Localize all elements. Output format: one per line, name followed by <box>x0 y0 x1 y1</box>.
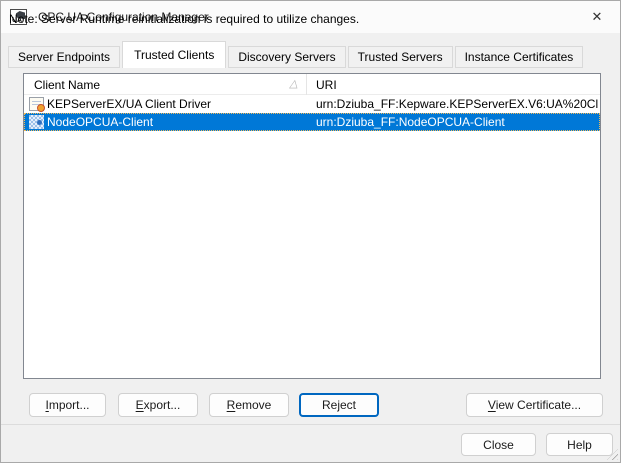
client-name-cell: NodeOPCUA-Client <box>47 115 154 129</box>
remove-button[interactable]: Remove <box>209 393 289 417</box>
column-divider[interactable] <box>306 74 307 95</box>
button-label: View Certificate... <box>487 398 582 412</box>
tab-label: Instance Certificates <box>464 50 574 64</box>
button-label: Reject <box>321 398 356 412</box>
tab-instance-certificates[interactable]: Instance Certificates <box>454 46 584 68</box>
list-header: Client Name △ URI <box>24 74 600 95</box>
trusted-clients-list: Client Name △ URI KEPServerEX/UA Client … <box>23 73 601 379</box>
column-header-label: Client Name <box>34 77 101 92</box>
uri-cell: urn:Dziuba_FF:NodeOPCUA-Client <box>316 115 505 129</box>
view-certificate-button[interactable]: View Certificate... <box>466 393 603 417</box>
tab-label: Discovery Servers <box>238 50 336 64</box>
button-label: Remove <box>226 398 272 412</box>
uri-cell: urn:Dziuba_FF:Kepware.KEPServerEX.V6:UA%… <box>316 97 598 111</box>
button-label: Import... <box>45 398 90 412</box>
tab-label: Trusted Servers <box>357 50 443 64</box>
column-header-client-name[interactable]: Client Name <box>34 74 100 95</box>
button-label: Close <box>483 437 514 452</box>
tab-label: Server Endpoints <box>18 50 111 64</box>
tab-discovery-servers[interactable]: Discovery Servers <box>228 46 346 68</box>
list-row-nodeopcua[interactable]: NodeOPCUA-Client urn:Dziuba_FF:NodeOPCUA… <box>24 113 600 131</box>
import-button[interactable]: Import... <box>29 393 106 417</box>
tab-server-endpoints[interactable]: Server Endpoints <box>8 46 121 68</box>
close-icon: ✕ <box>591 9 603 24</box>
tab-trusted-clients[interactable]: Trusted Clients <box>122 41 227 68</box>
close-button[interactable]: ✕ <box>574 1 620 33</box>
sort-ascending-icon: △ <box>288 78 300 90</box>
button-label: Export... <box>135 398 181 412</box>
certificate-icon <box>29 115 44 129</box>
tab-label: Trusted Clients <box>134 48 215 62</box>
button-label: Help <box>567 437 592 452</box>
tab-strip: Server Endpoints Trusted Clients Discove… <box>8 40 616 68</box>
client-name-cell: KEPServerEX/UA Client Driver <box>47 97 212 111</box>
tab-trusted-servers[interactable]: Trusted Servers <box>347 46 453 68</box>
list-row-kepserverex[interactable]: KEPServerEX/UA Client Driver urn:Dziuba_… <box>24 95 600 113</box>
certificate-icon <box>29 97 45 112</box>
note-text: Note: Server Runtime reinitialization is… <box>9 12 360 26</box>
help-button[interactable]: Help <box>546 433 613 456</box>
column-header-label: URI <box>316 77 337 92</box>
close-dialog-button[interactable]: Close <box>461 433 536 456</box>
export-button[interactable]: Export... <box>118 393 198 417</box>
reject-button[interactable]: Reject <box>299 393 379 417</box>
column-header-uri[interactable]: URI <box>316 74 337 95</box>
dialog-window: UA OPC UA Configuration Manager ✕ Server… <box>0 0 621 463</box>
